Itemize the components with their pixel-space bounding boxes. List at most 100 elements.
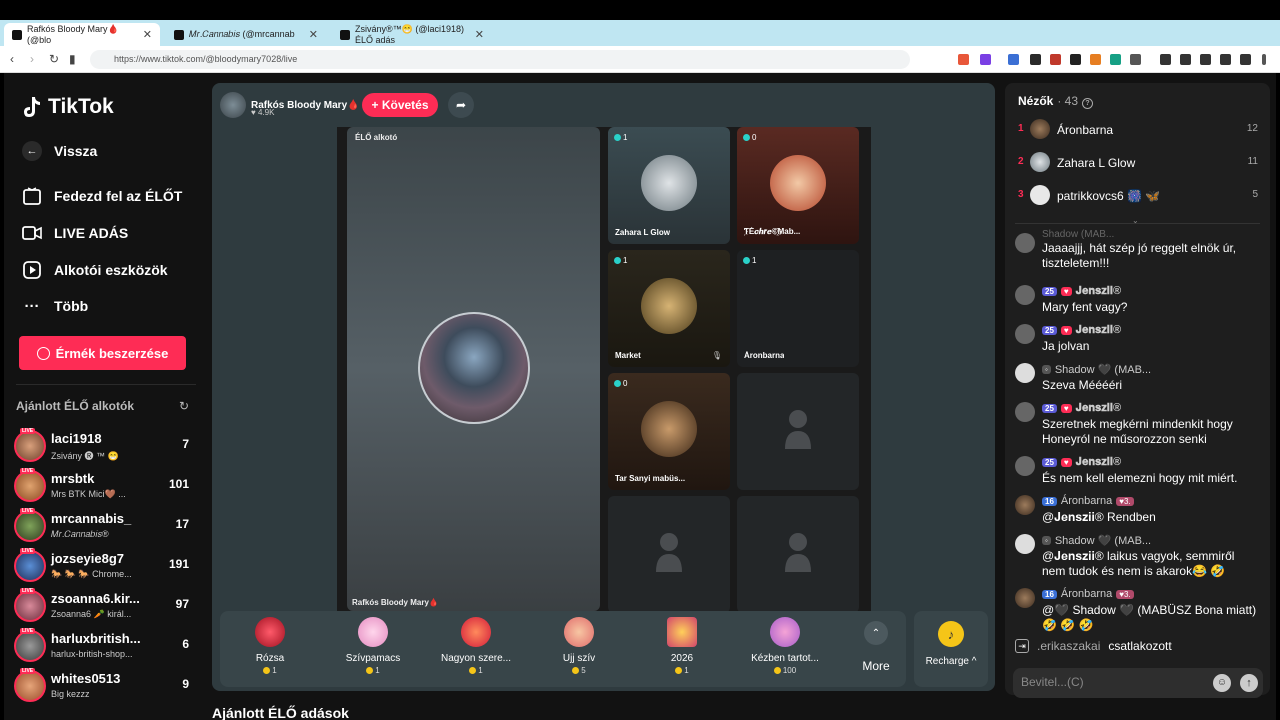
extension-icon[interactable] (1110, 54, 1121, 65)
message-user[interactable]: 𝐉𝐞𝐧𝐬𝐳𝐢𝐢® (1076, 456, 1121, 469)
sidebar-icon[interactable] (1180, 54, 1191, 65)
message-user[interactable]: Áronbarna (1061, 495, 1112, 507)
extension-icon[interactable] (1070, 54, 1081, 65)
creator-subtitle: Zsoanna6 🥕 királ... (51, 609, 132, 619)
nav-label: Fedezd fel az ÉLŐT (54, 188, 183, 204)
message-user[interactable]: Áronbarna (1061, 588, 1112, 600)
url-text: https://www.tiktok.com/@bloodymary7028/l… (114, 54, 298, 64)
viewer-score: 11 (1247, 156, 1258, 167)
send-icon[interactable]: ↑ (1240, 674, 1258, 692)
message-user[interactable]: 𝐉𝐞𝐧𝐬𝐳𝐢𝐢® (1076, 285, 1121, 298)
tiktok-favicon-icon (340, 29, 350, 40)
extension-icon[interactable] (1030, 54, 1041, 65)
creator-item[interactable]: LIVE zsoanna6.kir... Zsoanna6 🥕 királ...… (14, 588, 199, 628)
close-icon[interactable]: ✕ (309, 28, 318, 41)
guest-slot[interactable]: 1 Market 🎙 (608, 250, 730, 367)
viewers-header[interactable]: Nézők · 43? (1018, 94, 1094, 109)
info-icon[interactable]: ? (1082, 98, 1094, 109)
url-field[interactable]: https://www.tiktok.com/@bloodymary7028/l… (90, 50, 910, 69)
vpn-icon[interactable] (1240, 54, 1251, 65)
viewer-count: 191 (168, 557, 189, 571)
nav-go-live[interactable]: LIVE ADÁS (22, 223, 128, 243)
joined-user[interactable]: .erikaszakai (1037, 639, 1100, 653)
gift-item[interactable]: Nagyon szere... 1 (426, 617, 526, 681)
share-icon[interactable]: ➦ (448, 92, 474, 118)
browser-tab[interactable]: 𝑀𝑟.𝐶𝑎𝑛𝑛𝑎𝑏𝑖𝑠 (@mrcannab ✕ (166, 23, 326, 46)
creator-name: mrcannabis_ (51, 511, 132, 526)
extension-icon[interactable] (1090, 54, 1101, 65)
gift-item[interactable]: 2026 1 (632, 617, 732, 681)
browser-tab[interactable]: Zsivány®™😁 (@laci1918) ÉLŐ adás ✕ (332, 23, 492, 46)
creator-item[interactable]: LIVE mrsbtk Mrs BTK Mici🤎 ... 101 (14, 468, 199, 508)
guest-slot[interactable]: 1 Áronbarna (737, 250, 859, 367)
host-feed-name: Rafkós Bloody Mary🩸 (352, 598, 439, 607)
recharge-button[interactable]: ♪ Recharge ^ (914, 611, 988, 687)
guest-dot-icon (614, 134, 621, 141)
translate-icon[interactable] (1008, 54, 1019, 65)
empty-slot[interactable] (737, 373, 859, 490)
bookmark-icon[interactable]: ▮ (69, 52, 76, 66)
creator-item[interactable]: LIVE mrcannabis_ 𝑀𝑟.𝐶𝑎𝑛𝑛𝑎𝑏𝑖𝑠® 17 (14, 508, 199, 548)
guest-slot[interactable]: 1 Zahara L Glow (608, 127, 730, 244)
reload-icon[interactable]: ↻ (49, 52, 59, 66)
creator-subtitle: harlux-british-shop... (51, 649, 133, 659)
person-placeholder-icon (656, 533, 682, 572)
creator-name: harluxbritish... (51, 631, 141, 646)
top-viewer[interactable]: 3 patrikkovcs6 🎆 🦋 5 (1018, 185, 1258, 207)
close-icon[interactable]: ✕ (475, 28, 484, 41)
guest-dot-icon (614, 380, 621, 387)
gift-item[interactable]: Szívpamacs 1 (323, 617, 423, 681)
gift-item[interactable]: Rózsa 1 (220, 617, 320, 681)
creator-item[interactable]: LIVE jozseyie8g7 🐎 🐎 🐎 Chrome... 191 (14, 548, 199, 588)
creator-item[interactable]: LIVE whites0513 Big kezzz 9 (14, 668, 199, 708)
message-user[interactable]: Shadow 🖤 (MAB... (1055, 363, 1151, 376)
get-coins-button[interactable]: Érmék beszerzése (19, 336, 186, 370)
guest-name: ҈ƬÉ𝒄𝒉𝒓𝒆©҈Mab... (744, 227, 801, 236)
hand-heart-icon (770, 617, 800, 647)
host-video[interactable]: ÉLŐ alkotó Rafkós Bloody Mary🩸 (347, 127, 600, 611)
nav-creator-tools[interactable]: Alkotói eszközök (22, 260, 168, 280)
leo-icon[interactable] (1220, 54, 1231, 65)
follow-button[interactable]: + Követés (362, 93, 438, 117)
message-user[interactable]: Shadow 🖤 (MAB... (1055, 534, 1151, 547)
forward-arrow-icon[interactable]: › (30, 52, 34, 66)
nav-explore-live[interactable]: Fedezd fel az ÉLŐT (22, 186, 182, 206)
host-info[interactable]: Rafkós Bloody Mary🩸 ♥ 4.9K (220, 91, 360, 119)
more-gifts-button[interactable]: ⌃ More (856, 621, 896, 673)
close-icon[interactable]: ✕ (143, 28, 152, 41)
creator-item[interactable]: LIVE harluxbritish... harlux-british-sho… (14, 628, 199, 668)
top-viewer[interactable]: 2 Zahara L Glow 11 (1018, 152, 1258, 174)
empty-slot[interactable] (608, 496, 730, 613)
message-user[interactable]: Shadow (MAB... (1042, 229, 1114, 240)
music-icon[interactable] (1160, 54, 1171, 65)
chat-input[interactable] (1021, 675, 1201, 689)
message-header: ◦ Shadow 🖤 (MAB... (1042, 534, 1151, 547)
extension-icon[interactable] (1050, 54, 1061, 65)
rank: 1 (1018, 123, 1024, 134)
back-arrow-icon[interactable]: ‹ (10, 52, 14, 66)
browser-tab-active[interactable]: Rafkós Bloody Mary🩸 (@blo ✕ (4, 23, 160, 46)
creator-item[interactable]: LIVE laci1918 Zsivány 🅡 ™ 😁 7 (14, 428, 199, 468)
guest-slot[interactable]: 0 Tar Sanyi mabüs... (608, 373, 730, 490)
wallet-icon[interactable] (1200, 54, 1211, 65)
guest-slot[interactable]: 0 ҈ƬÉ𝒄𝒉𝒓𝒆©҈Mab... (737, 127, 859, 244)
emoji-icon[interactable]: ☺ (1213, 674, 1231, 692)
gift-item[interactable]: Kézben tartot... 100 (735, 617, 835, 681)
refresh-icon[interactable]: ↻ (179, 399, 189, 413)
extension-icon[interactable] (1130, 54, 1141, 65)
back-link[interactable]: ← Vissza (22, 141, 97, 161)
rank: 2 (1018, 156, 1024, 167)
message-user[interactable]: 𝐉𝐞𝐧𝐬𝐳𝐢𝐢® (1076, 402, 1121, 415)
creator-subtitle: 🐎 🐎 🐎 Chrome... (51, 569, 132, 579)
menu-icon[interactable] (1262, 54, 1266, 65)
top-viewer[interactable]: 1 Áronbarna 12 (1018, 119, 1258, 141)
nav-more[interactable]: ··· Több (22, 296, 89, 316)
message-user[interactable]: 𝐉𝐞𝐧𝐬𝐳𝐢𝐢® (1076, 324, 1121, 337)
avatar (14, 510, 46, 542)
gift-item[interactable]: Ujj szív 5 (529, 617, 629, 681)
rewards-icon[interactable] (980, 54, 991, 65)
brave-shield-icon[interactable] (958, 54, 969, 65)
tiktok-logo[interactable]: TikTok (22, 95, 114, 119)
coin-icon (469, 667, 477, 674)
empty-slot[interactable] (737, 496, 859, 613)
